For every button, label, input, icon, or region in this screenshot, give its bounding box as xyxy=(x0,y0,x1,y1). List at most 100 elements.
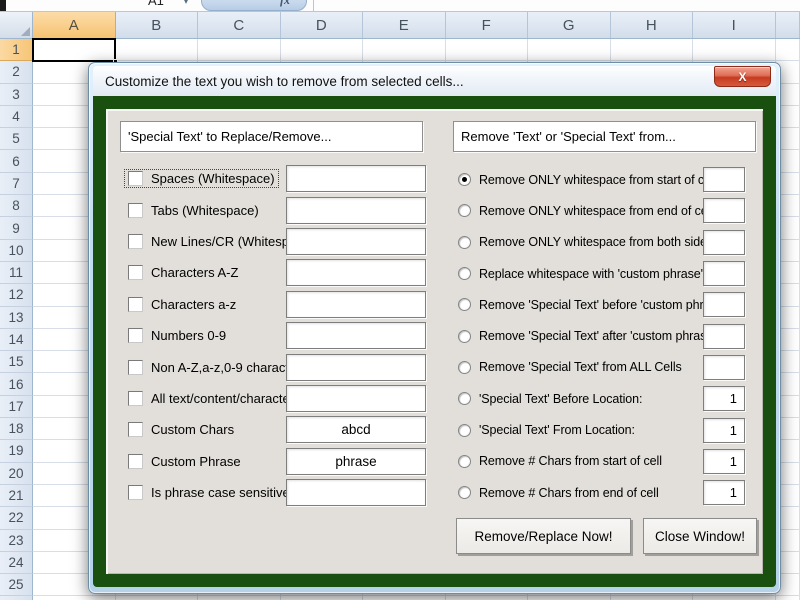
cell-F1[interactable] xyxy=(445,39,528,62)
row-header-6[interactable]: 6 xyxy=(0,150,33,173)
cell-C26[interactable] xyxy=(198,596,281,600)
row-header-3[interactable]: 3 xyxy=(0,83,33,106)
radio-button[interactable] xyxy=(458,329,471,343)
cell-B26[interactable] xyxy=(115,596,198,600)
row-header-20[interactable]: 20 xyxy=(0,462,33,485)
row-header-10[interactable]: 10 xyxy=(0,239,33,262)
text-input[interactable] xyxy=(286,227,426,255)
radio-button[interactable] xyxy=(458,486,471,500)
select-all-corner[interactable] xyxy=(0,12,33,38)
checkbox-group[interactable]: All text/content/characters xyxy=(125,390,304,407)
row-header-22[interactable]: 22 xyxy=(0,507,33,530)
checkbox-group[interactable]: Non A-Z,a-z,0-9 characters xyxy=(125,359,310,376)
cell-F26[interactable] xyxy=(445,596,528,600)
row-header-4[interactable]: 4 xyxy=(0,105,33,129)
row-header-23[interactable]: 23 xyxy=(0,529,33,552)
selected-cell-A1[interactable] xyxy=(32,38,118,64)
radio-button[interactable] xyxy=(458,235,471,249)
text-input[interactable] xyxy=(286,259,426,287)
number-input[interactable] xyxy=(703,261,745,287)
row-header-24[interactable]: 24 xyxy=(0,551,33,575)
cell-H1[interactable] xyxy=(610,39,693,62)
checkbox[interactable] xyxy=(128,296,143,312)
text-input[interactable] xyxy=(286,322,426,350)
number-input[interactable] xyxy=(703,323,745,349)
checkbox-group[interactable]: Custom Chars xyxy=(125,421,237,438)
row-header-7[interactable]: 7 xyxy=(0,172,33,196)
row-header-1[interactable]: 1 xyxy=(0,39,33,62)
column-header-F[interactable]: F xyxy=(445,12,528,38)
row-header-25[interactable]: 25 xyxy=(0,574,33,597)
checkbox-group[interactable]: Spaces (Whitespace) xyxy=(124,169,279,189)
text-input[interactable]: phrase xyxy=(286,447,426,475)
text-input[interactable] xyxy=(286,479,426,507)
row-header-11[interactable]: 11 xyxy=(0,261,33,285)
text-input[interactable]: abcd xyxy=(286,416,426,444)
checkbox-group[interactable]: Custom Phrase xyxy=(125,453,244,470)
column-header-partial[interactable] xyxy=(775,12,800,38)
row-header-9[interactable]: 9 xyxy=(0,217,33,240)
number-input[interactable] xyxy=(703,167,745,193)
row-header-18[interactable]: 18 xyxy=(0,418,33,441)
text-input[interactable] xyxy=(286,290,426,318)
cell-G26[interactable] xyxy=(528,596,611,600)
number-input[interactable]: 1 xyxy=(703,480,745,506)
column-header-G[interactable]: G xyxy=(528,12,611,38)
cell-B1[interactable] xyxy=(115,39,198,62)
row-header-12[interactable]: 12 xyxy=(0,284,33,307)
checkbox[interactable] xyxy=(128,202,143,218)
radio-button[interactable] xyxy=(458,298,471,312)
checkbox-group[interactable]: Numbers 0-9 xyxy=(125,327,229,344)
cell-partial[interactable] xyxy=(775,596,800,600)
number-input[interactable] xyxy=(703,354,745,380)
number-input[interactable]: 1 xyxy=(703,448,745,474)
radio-button[interactable] xyxy=(458,360,471,374)
checkbox[interactable] xyxy=(128,328,143,344)
checkbox[interactable] xyxy=(128,390,143,406)
cell-E1[interactable] xyxy=(363,39,446,62)
row-header-19[interactable]: 19 xyxy=(0,440,33,463)
column-header-D[interactable]: D xyxy=(280,12,363,38)
cell-I1[interactable] xyxy=(693,39,776,62)
row-header-17[interactable]: 17 xyxy=(0,395,33,419)
checkbox[interactable] xyxy=(128,453,143,469)
cell-I26[interactable] xyxy=(693,596,776,600)
row-header-8[interactable]: 8 xyxy=(0,195,33,218)
checkbox[interactable] xyxy=(128,171,143,187)
row-header-2[interactable]: 2 xyxy=(0,61,33,84)
radio-button[interactable] xyxy=(458,204,471,218)
close-button[interactable]: X xyxy=(714,66,771,87)
column-header-B[interactable]: B xyxy=(115,12,198,38)
row-header-21[interactable]: 21 xyxy=(0,484,33,508)
number-input[interactable] xyxy=(703,198,745,224)
row-header-14[interactable]: 14 xyxy=(0,328,33,352)
checkbox[interactable] xyxy=(128,359,143,375)
radio-button[interactable] xyxy=(458,392,471,406)
row-header-5[interactable]: 5 xyxy=(0,128,33,151)
column-header-A[interactable]: A xyxy=(33,12,116,38)
row-header-15[interactable]: 15 xyxy=(0,351,33,374)
close-window-button[interactable]: Close Window! xyxy=(643,518,757,554)
row-header-26[interactable]: 26 xyxy=(0,596,33,600)
cell-partial[interactable] xyxy=(775,39,800,62)
dialog-titlebar[interactable]: Customize the text you wish to remove fr… xyxy=(93,66,776,96)
number-input[interactable]: 1 xyxy=(703,386,745,412)
column-header-H[interactable]: H xyxy=(610,12,693,38)
radio-button[interactable] xyxy=(458,423,471,437)
text-input[interactable] xyxy=(286,353,426,381)
remove-replace-button[interactable]: Remove/Replace Now! xyxy=(456,518,631,554)
checkbox-group[interactable]: Characters a-z xyxy=(125,296,239,313)
checkbox[interactable] xyxy=(128,485,143,501)
column-header-C[interactable]: C xyxy=(198,12,281,38)
number-input[interactable] xyxy=(703,292,745,318)
text-input[interactable] xyxy=(286,196,426,224)
checkbox-group[interactable]: Tabs (Whitespace) xyxy=(125,202,262,219)
cell-E26[interactable] xyxy=(363,596,446,600)
checkbox[interactable] xyxy=(128,422,143,438)
cell-C1[interactable] xyxy=(198,39,281,62)
checkbox[interactable] xyxy=(128,233,143,249)
column-header-I[interactable]: I xyxy=(693,12,776,38)
radio-button[interactable] xyxy=(458,173,471,187)
text-input[interactable] xyxy=(286,384,426,412)
checkbox[interactable] xyxy=(128,265,143,281)
